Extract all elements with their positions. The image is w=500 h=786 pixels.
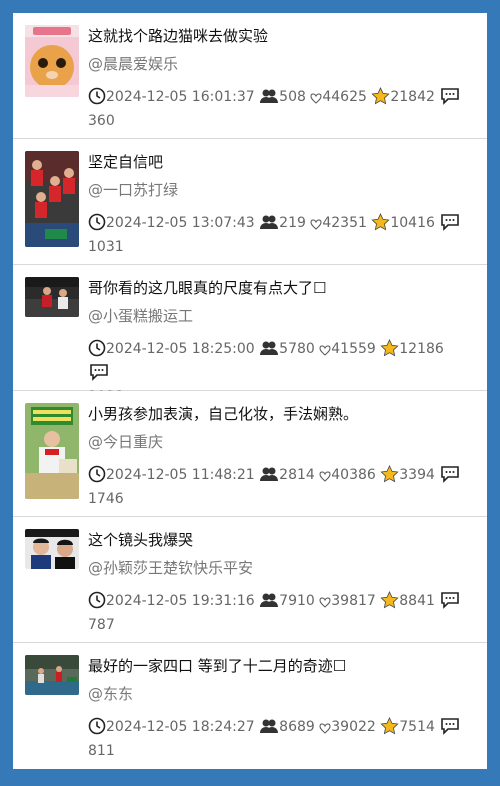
comment-icon <box>441 592 460 609</box>
users-icon <box>260 215 279 229</box>
like-count: 39817 <box>331 593 376 609</box>
list-item[interactable]: 最好的一家四口 等到了十二月的奇迹☐ @东东 2024-12-05 18:24:… <box>13 643 487 769</box>
post-meta: 2024-12-05 19:31:16 7910 39817 8841 787 <box>88 589 468 637</box>
post-time: 2024-12-05 19:31:16 <box>106 593 255 609</box>
like-count: 39022 <box>331 719 376 735</box>
post-meta: 2024-12-05 16:01:37 508 44625 21842 360 <box>88 85 468 133</box>
users-icon <box>260 719 279 733</box>
view-count: 508 <box>279 89 306 105</box>
post-title[interactable]: 哥你看的这几眼真的尺度有点大了☐ <box>88 277 478 299</box>
heart-icon <box>319 345 331 356</box>
post-author[interactable]: @小蛋糕搬运工 <box>88 305 193 327</box>
favorite-count: 10416 <box>390 215 435 231</box>
view-count: 2814 <box>279 467 315 483</box>
comment-count: 787 <box>88 617 115 633</box>
list-item[interactable]: 坚定自信吧 @一口苏打绿 2024-12-05 13:07:43 219 423… <box>13 139 487 265</box>
clock-icon <box>88 465 106 483</box>
list-item[interactable]: 哥你看的这几眼真的尺度有点大了☐ @小蛋糕搬运工 2024-12-05 18:2… <box>13 265 487 405</box>
thumbnail[interactable] <box>25 529 79 569</box>
post-meta: 2024-12-05 13:07:43 219 42351 10416 1031 <box>88 211 468 259</box>
heart-icon <box>319 597 331 608</box>
post-time: 2024-12-05 18:25:00 <box>106 341 255 357</box>
view-count: 8689 <box>279 719 315 735</box>
favorite-count: 3394 <box>399 467 435 483</box>
view-count: 219 <box>279 215 306 231</box>
thumbnail[interactable] <box>25 655 79 695</box>
list-item[interactable]: 这就找个路边猫咪去做实验 @晨晨爱娱乐 2024-12-05 16:01:37 … <box>13 13 487 139</box>
clock-icon <box>88 213 106 231</box>
post-author[interactable]: @东东 <box>88 683 133 705</box>
star-icon <box>380 591 399 609</box>
favorite-count: 21842 <box>390 89 435 105</box>
post-meta: 2024-12-05 18:24:27 8689 39022 7514 811 <box>88 715 468 763</box>
post-title[interactable]: 小男孩参加表演，自己化妆，手法娴熟。 <box>88 403 478 425</box>
list-item[interactable]: 这个镜头我爆哭 @孙颖莎王楚钦快乐平安 2024-12-05 19:31:16 … <box>13 517 487 643</box>
heart-icon <box>310 219 322 230</box>
favorite-count: 12186 <box>399 341 444 357</box>
post-time: 2024-12-05 16:01:37 <box>106 89 255 105</box>
clock-icon <box>88 339 106 357</box>
favorite-count: 8841 <box>399 593 435 609</box>
heart-icon <box>310 93 322 104</box>
heart-icon <box>319 471 331 482</box>
like-count: 44625 <box>322 89 367 105</box>
clock-icon <box>88 87 106 105</box>
post-author[interactable]: @今日重庆 <box>88 431 163 453</box>
post-title[interactable]: 这个镜头我爆哭 <box>88 529 478 551</box>
thumbnail[interactable] <box>25 403 79 499</box>
star-icon <box>371 87 390 105</box>
comment-icon <box>441 466 460 483</box>
post-title[interactable]: 坚定自信吧 <box>88 151 478 173</box>
view-count: 5780 <box>279 341 315 357</box>
post-meta: 2024-12-05 11:48:21 2814 40386 3394 1746 <box>88 463 468 511</box>
star-icon <box>380 717 399 735</box>
clock-icon <box>88 591 106 609</box>
users-icon <box>260 467 279 481</box>
thumbnail[interactable] <box>25 25 79 97</box>
star-icon <box>380 339 399 357</box>
like-count: 42351 <box>322 215 367 231</box>
post-title[interactable]: 这就找个路边猫咪去做实验 <box>88 25 478 47</box>
video-list: 这就找个路边猫咪去做实验 @晨晨爱娱乐 2024-12-05 16:01:37 … <box>13 13 487 769</box>
comment-icon <box>441 718 460 735</box>
post-author[interactable]: @孙颖莎王楚钦快乐平安 <box>88 557 253 579</box>
post-title[interactable]: 最好的一家四口 等到了十二月的奇迹☐ <box>88 655 478 677</box>
post-author[interactable]: @一口苏打绿 <box>88 179 178 201</box>
post-time: 2024-12-05 18:24:27 <box>106 719 255 735</box>
post-time: 2024-12-05 13:07:43 <box>106 215 255 231</box>
comment-icon <box>90 364 108 381</box>
comment-count: 1746 <box>88 491 124 507</box>
comment-icon <box>441 214 460 231</box>
thumbnail[interactable] <box>25 277 79 317</box>
comment-count: 1031 <box>88 239 124 255</box>
comment-icon <box>441 88 460 105</box>
users-icon <box>260 593 279 607</box>
list-item[interactable]: 小男孩参加表演，自己化妆，手法娴熟。 @今日重庆 2024-12-05 11:4… <box>13 391 487 517</box>
like-count: 40386 <box>331 467 376 483</box>
post-author[interactable]: @晨晨爱娱乐 <box>88 53 178 75</box>
thumbnail[interactable] <box>25 151 79 247</box>
favorite-count: 7514 <box>399 719 435 735</box>
star-icon <box>380 465 399 483</box>
users-icon <box>260 89 279 103</box>
users-icon <box>260 341 279 355</box>
heart-icon <box>319 723 331 734</box>
comment-count: 811 <box>88 743 115 759</box>
star-icon <box>371 213 390 231</box>
post-time: 2024-12-05 11:48:21 <box>106 467 255 483</box>
view-count: 7910 <box>279 593 315 609</box>
like-count: 41559 <box>331 341 376 357</box>
clock-icon <box>88 717 106 735</box>
comment-count: 360 <box>88 113 115 129</box>
